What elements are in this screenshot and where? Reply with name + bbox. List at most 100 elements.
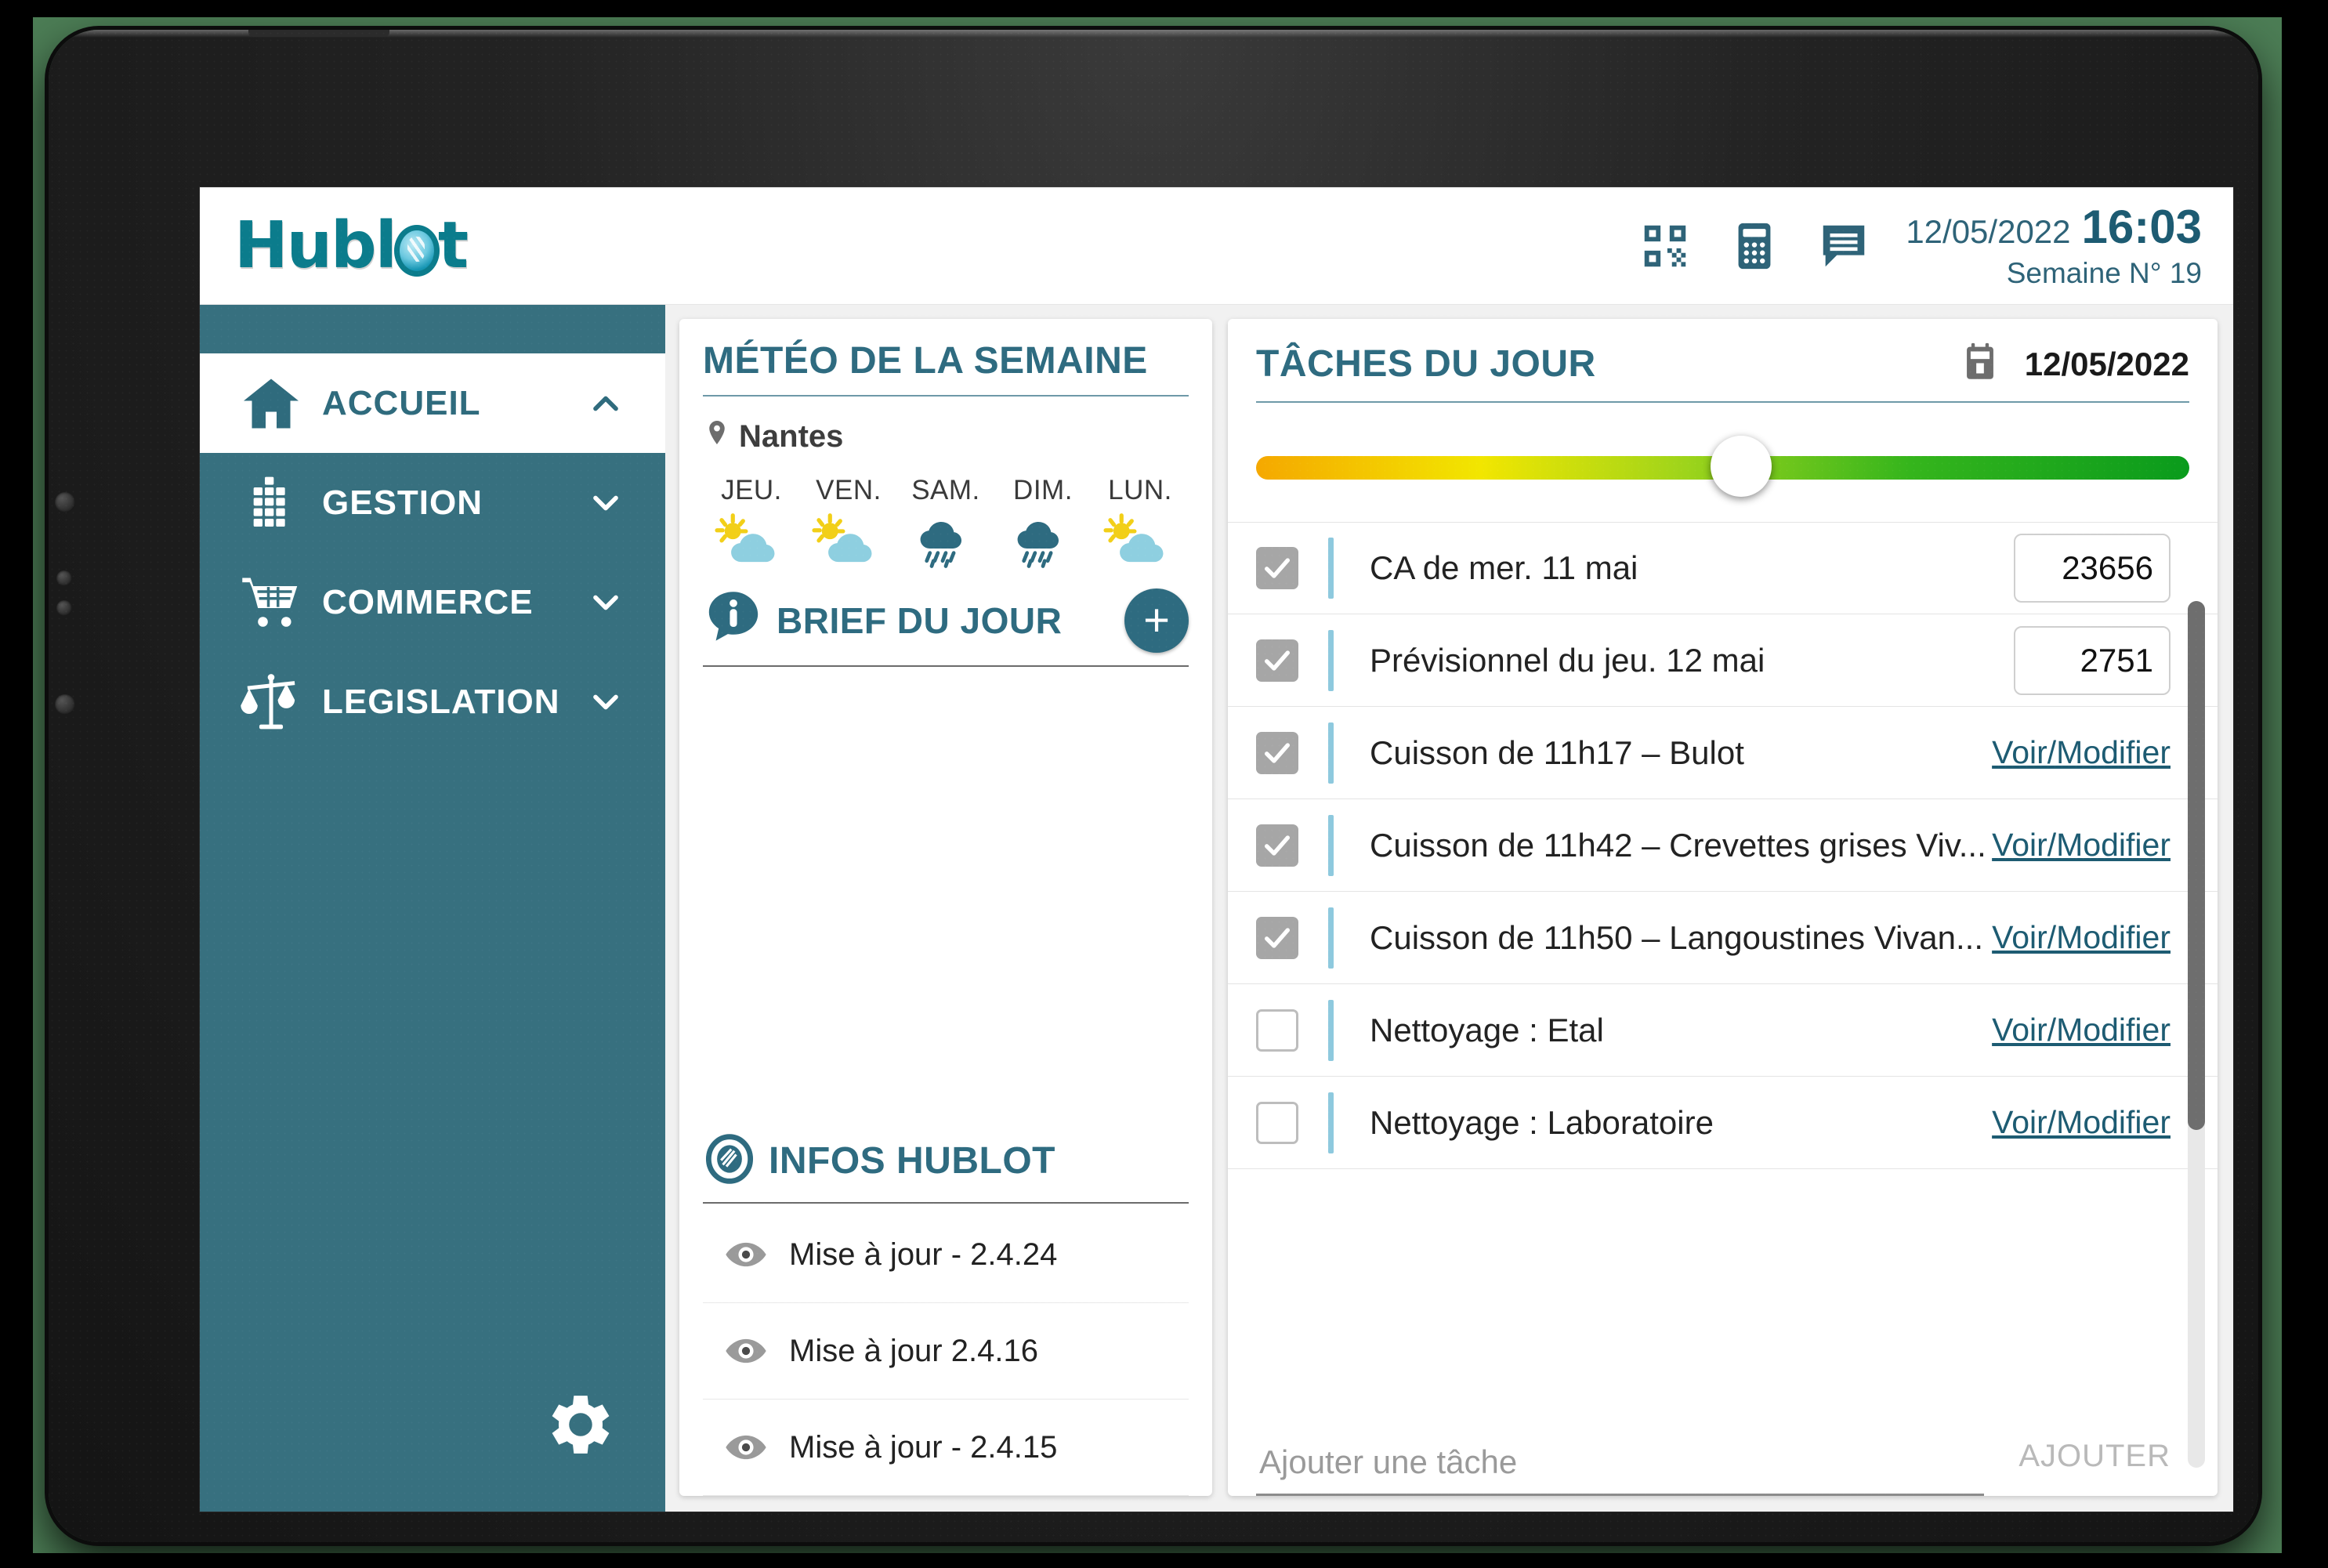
task-checkbox[interactable] bbox=[1256, 1009, 1298, 1052]
progress-slider[interactable] bbox=[1256, 436, 2189, 497]
add-task-button[interactable]: AJOUTER bbox=[2018, 1439, 2171, 1496]
brief-body-empty bbox=[703, 667, 1189, 1132]
sidebar-item-legislation[interactable]: LEGISLATION bbox=[200, 652, 665, 751]
chevron-down-icon[interactable] bbox=[584, 483, 628, 523]
tablet-device-frame: Hubl t 12/05/2022 16:03 Semaine N° 19 AC… bbox=[49, 30, 2258, 1542]
logo-text-right: t bbox=[437, 208, 469, 283]
add-brief-button[interactable]: + bbox=[1124, 588, 1189, 653]
weather-day-label: SAM. bbox=[911, 475, 980, 505]
task-accent-bar bbox=[1328, 814, 1334, 876]
task-checkbox[interactable] bbox=[1256, 639, 1298, 682]
sidebar-item-gestion[interactable]: GESTION bbox=[200, 453, 665, 552]
progress-slider-thumb[interactable] bbox=[1711, 436, 1772, 497]
sidebar-item-label: COMMERCE bbox=[322, 582, 534, 621]
chevron-down-icon[interactable] bbox=[584, 682, 628, 722]
add-task-input[interactable] bbox=[1256, 1443, 1985, 1496]
list-item[interactable]: Mise à jour - 2.4.15 bbox=[703, 1400, 1189, 1496]
task-edit-link[interactable]: Voir/Modifier bbox=[1992, 827, 2171, 864]
chevron-up-icon[interactable] bbox=[584, 383, 628, 424]
task-accent-bar bbox=[1328, 907, 1334, 969]
weather-day: SAM. bbox=[897, 475, 994, 570]
weather-day-list: JEU. VEN. SAM. DIM. LUN. bbox=[703, 475, 1189, 570]
weather-day-label: DIM. bbox=[1013, 475, 1073, 505]
sun-cloud-icon bbox=[714, 512, 789, 570]
table-row[interactable]: Nettoyage : Laboratoire Voir/Modifier bbox=[1228, 1077, 2218, 1169]
header-datetime: 12/05/2022 16:03 Semaine N° 19 bbox=[1906, 204, 2202, 288]
info-label: Mise à jour - 2.4.24 bbox=[789, 1237, 1058, 1272]
hublot-logo-icon bbox=[703, 1132, 756, 1190]
table-row[interactable]: Cuisson de 11h42 – Crevettes grises Viv.… bbox=[1228, 799, 2218, 892]
shopping-cart-icon bbox=[236, 570, 306, 636]
task-edit-link[interactable]: Voir/Modifier bbox=[1992, 1104, 2171, 1141]
rain-cloud-icon bbox=[911, 512, 981, 570]
bezel-dot-2 bbox=[56, 570, 72, 586]
task-label: Nettoyage : Etal bbox=[1370, 1011, 1604, 1048]
qr-code-icon[interactable] bbox=[1638, 219, 1693, 273]
task-edit-link[interactable]: Voir/Modifier bbox=[1992, 734, 2171, 771]
table-row[interactable]: Cuisson de 11h50 – Langoustines Vivan...… bbox=[1228, 892, 2218, 984]
info-label: Mise à jour 2.4.16 bbox=[789, 1333, 1038, 1368]
weather-day: LUN. bbox=[1092, 475, 1189, 570]
task-accent-bar bbox=[1328, 999, 1334, 1061]
table-row[interactable]: Nettoyage : Etal Voir/Modifier bbox=[1228, 984, 2218, 1077]
task-checkbox[interactable] bbox=[1256, 1101, 1298, 1144]
sidebar-item-commerce[interactable]: COMMERCE bbox=[200, 552, 665, 652]
home-icon bbox=[236, 371, 306, 436]
table-row[interactable]: Prévisionnel du jeu. 12 mai 2751 bbox=[1228, 614, 2218, 707]
table-row[interactable]: CA de mer. 11 mai 23656 bbox=[1228, 522, 2218, 614]
calendar-icon bbox=[1957, 339, 2003, 389]
task-list-scrollbar-thumb[interactable] bbox=[2188, 601, 2205, 1130]
brief-header: BRIEF DU JOUR + bbox=[703, 588, 1189, 653]
app-header: Hubl t 12/05/2022 16:03 Semaine N° 19 bbox=[200, 187, 2233, 305]
tasks-date-picker[interactable]: 12/05/2022 bbox=[1957, 339, 2189, 389]
weather-title-divider bbox=[703, 395, 1189, 397]
sidebar-top-strip bbox=[200, 305, 665, 353]
infos-title-divider bbox=[703, 1202, 1189, 1204]
logo-porthole-icon bbox=[393, 224, 440, 277]
eye-icon bbox=[703, 1425, 789, 1469]
task-edit-link[interactable]: Voir/Modifier bbox=[1992, 919, 2171, 956]
task-checkbox[interactable] bbox=[1256, 547, 1298, 589]
task-value-input[interactable]: 23656 bbox=[2014, 534, 2171, 603]
rain-cloud-icon bbox=[1008, 512, 1078, 570]
weather-city: Nantes bbox=[703, 418, 1189, 454]
message-icon[interactable] bbox=[1816, 219, 1871, 273]
gear-icon[interactable] bbox=[540, 1384, 621, 1469]
header-date: 12/05/2022 bbox=[1906, 213, 2071, 250]
weather-city-label: Nantes bbox=[739, 418, 844, 454]
tasks-title-divider bbox=[1256, 401, 2189, 403]
task-list-scrollbar[interactable] bbox=[2188, 601, 2205, 1468]
building-icon bbox=[236, 472, 306, 534]
infos-header: INFOS HUBLOT bbox=[703, 1132, 1189, 1190]
eye-icon bbox=[703, 1329, 789, 1373]
logo-text-left: Hubl bbox=[234, 208, 397, 283]
chevron-down-icon[interactable] bbox=[584, 582, 628, 623]
tasks-title: TÂCHES DU JOUR bbox=[1256, 343, 1596, 385]
task-checkbox[interactable] bbox=[1256, 916, 1298, 959]
infos-list: Mise à jour - 2.4.24 Mise à jour 2.4.16 bbox=[703, 1207, 1189, 1496]
weather-day-label: LUN. bbox=[1108, 475, 1172, 505]
task-edit-link[interactable]: Voir/Modifier bbox=[1992, 1012, 2171, 1048]
task-label: CA de mer. 11 mai bbox=[1370, 549, 1638, 586]
tasks-card: TÂCHES DU JOUR 12/05/2022 CA de mer. 11 … bbox=[1228, 319, 2218, 1496]
calculator-icon[interactable] bbox=[1727, 219, 1782, 273]
logo-wordmark: Hubl t bbox=[234, 208, 469, 283]
sidebar-item-accueil[interactable]: ACCUEIL bbox=[200, 353, 665, 453]
task-value-input[interactable]: 2751 bbox=[2014, 625, 2171, 695]
list-item[interactable]: Mise à jour 2.4.16 bbox=[703, 1303, 1189, 1400]
weather-card: MÉTÉO DE LA SEMAINE Nantes JEU. VEN. SAM… bbox=[679, 319, 1212, 1496]
bezel-dot-4 bbox=[55, 694, 75, 715]
brief-title: BRIEF DU JOUR bbox=[777, 599, 1063, 641]
task-accent-bar bbox=[1328, 538, 1334, 599]
task-label: Nettoyage : Laboratoire bbox=[1370, 1103, 1714, 1141]
sidebar-item-label: LEGISLATION bbox=[322, 682, 560, 721]
scales-icon bbox=[236, 668, 306, 736]
weather-day-label: JEU. bbox=[721, 475, 782, 505]
table-row[interactable]: Cuisson de 11h17 – Bulot Voir/Modifier bbox=[1228, 707, 2218, 799]
app-logo: Hubl t bbox=[234, 208, 469, 283]
task-checkbox[interactable] bbox=[1256, 824, 1298, 867]
app-body: ACCUEIL GESTION COMMERCE LEGISLATION MÉT… bbox=[200, 305, 2233, 1512]
task-checkbox[interactable] bbox=[1256, 731, 1298, 774]
eye-icon bbox=[703, 1233, 789, 1276]
list-item[interactable]: Mise à jour - 2.4.24 bbox=[703, 1207, 1189, 1303]
